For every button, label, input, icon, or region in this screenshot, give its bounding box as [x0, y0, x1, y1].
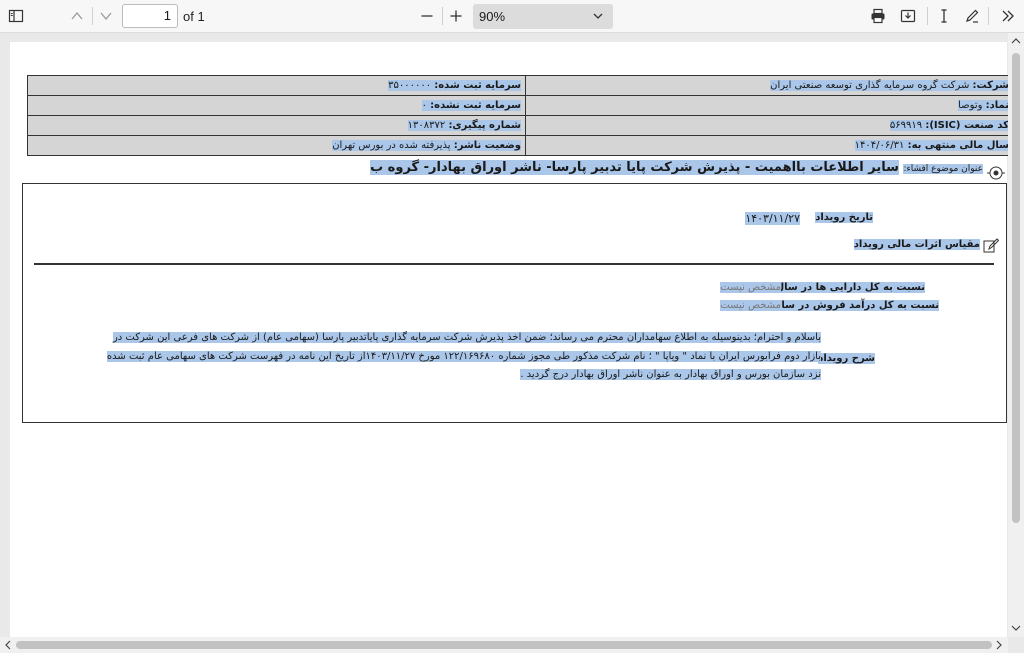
scroll-left-icon[interactable]	[3, 640, 13, 650]
page-count-label: of 1	[183, 9, 205, 24]
subject-label: عنوان موضوع افشاء:	[903, 164, 983, 174]
horizontal-scrollbar[interactable]	[0, 637, 1008, 653]
text-cursor-icon[interactable]	[932, 5, 956, 27]
disclosure-subject: عنوان موضوع افشاء: سایر اطلاعات بااهمیت …	[370, 160, 983, 175]
scroll-up-icon[interactable]	[1011, 36, 1021, 46]
pdf-page: شرکت: شرکت گروه سرمایه گذاری توسعه صنعتی…	[10, 42, 1008, 637]
table-row: شرکت: شرکت گروه سرمایه گذاری توسعه صنعتی…	[27, 75, 1008, 96]
plus-icon[interactable]	[444, 5, 468, 27]
fiscal-year-cell: سال مالی منتهی به: ۱۴۰۴/۰۶/۳۱	[525, 135, 1008, 156]
company-info-table: شرکت: شرکت گروه سرمایه گذاری توسعه صنعتی…	[27, 75, 1008, 156]
event-description-label: شرح رویداد	[818, 353, 875, 364]
toolbar-divider	[442, 7, 443, 25]
publisher-status-cell: وضعیت ناشر: پذیرفته شده در بورس تهران	[27, 135, 526, 156]
toolbar-divider	[988, 7, 989, 25]
event-description-text: باسلام و احترام؛ بدینوسیله به اطلاع سهام…	[106, 332, 821, 380]
printer-icon[interactable]	[866, 5, 890, 27]
zoom-value: 90%	[479, 9, 506, 24]
section-divider	[34, 263, 994, 265]
table-row: نماد: وتوصا سرمایه ثبت نشده: ۰	[27, 95, 1008, 116]
zoom-select[interactable]: 90%	[473, 4, 613, 29]
double-chevron-right-icon[interactable]	[996, 5, 1020, 27]
chevron-down-icon	[593, 13, 603, 19]
toolbar-divider	[927, 7, 928, 25]
edit-note-icon	[983, 238, 999, 253]
document-viewport[interactable]: شرکت: شرکت گروه سرمایه گذاری توسعه صنعتی…	[0, 33, 1008, 637]
company-cell: شرکت: شرکت گروه سرمایه گذاری توسعه صنعتی…	[525, 75, 1008, 96]
page-number-input[interactable]: 1	[122, 4, 178, 28]
minus-icon[interactable]	[415, 5, 439, 27]
event-date-label: تاریخ رویداد	[815, 212, 873, 223]
vertical-scrollbar[interactable]	[1008, 33, 1024, 637]
table-row: کد صنعت (ISIC): ۵۶۹۹۱۹ شماره پیگیری: ۱۳۰…	[27, 115, 1008, 136]
sidebar-toggle-icon[interactable]	[4, 5, 28, 27]
symbol-cell: نماد: وتوصا	[525, 95, 1008, 116]
scroll-right-icon[interactable]	[994, 640, 1004, 650]
horizontal-scroll-thumb[interactable]	[16, 641, 992, 649]
save-icon[interactable]	[896, 5, 920, 27]
ratio-assets-value: مشخص نیست	[720, 282, 781, 293]
ratio-sales-value: مشخص نیست	[720, 300, 781, 311]
financial-scale-label: مقیاس اثرات مالی رویداد	[853, 239, 980, 250]
isic-cell: کد صنعت (ISIC): ۵۶۹۹۱۹	[525, 115, 1008, 136]
chevron-up-icon[interactable]	[65, 5, 89, 27]
pen-icon[interactable]	[960, 5, 984, 27]
subject-text: سایر اطلاعات بااهمیت - پذیرش شرکت پایا ت…	[370, 160, 899, 175]
scroll-down-icon[interactable]	[1011, 623, 1021, 633]
chevron-down-icon[interactable]	[94, 5, 118, 27]
toolbar-divider	[92, 7, 93, 25]
target-icon	[987, 166, 1005, 180]
event-date-value: ۱۴۰۳/۱۱/۲۷	[745, 212, 800, 225]
pdf-toolbar: 1 of 1 90%	[0, 0, 1024, 33]
table-row: سال مالی منتهی به: ۱۴۰۴/۰۶/۳۱ وضعیت ناشر…	[27, 135, 1008, 156]
unregistered-capital-cell: سرمایه ثبت نشده: ۰	[27, 95, 526, 116]
tracking-number-cell: شماره پیگیری: ۱۳۰۸۳۷۲	[27, 115, 526, 136]
registered-capital-cell: سرمایه ثبت شده: ۳۵۰۰۰۰۰۰	[27, 75, 526, 96]
vertical-scroll-thumb[interactable]	[1012, 53, 1020, 523]
